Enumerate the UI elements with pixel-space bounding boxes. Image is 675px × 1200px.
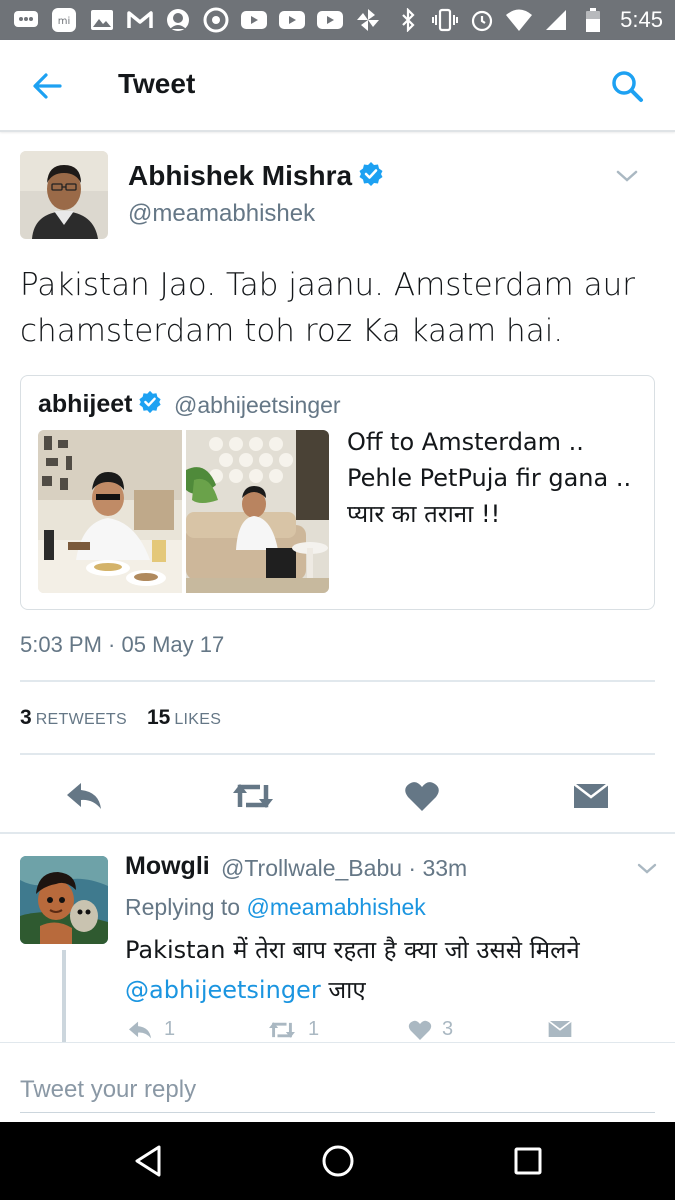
quoted-text-line: Pehle PetPuja fir gana .. [347,464,632,492]
reply-input[interactable] [20,1067,655,1113]
retweets-stat[interactable]: 3 RETWEETS [20,706,127,730]
reply-like-count: 3 [442,1018,454,1040]
reply-author-name[interactable]: Mowgli [125,852,210,881]
retweet-icon[interactable] [229,772,277,820]
svg-text:mi: mi [58,16,71,27]
youtube-icon [278,6,306,34]
quoted-photo-lounge[interactable] [186,430,329,593]
reply-retweet-action[interactable]: 1 [266,1018,319,1041]
tweet-stats: 3 RETWEETS 15 LIKES [20,706,221,730]
quoted-text-line: प्यार का तराना !! [347,500,501,528]
likes-stat[interactable]: 15 LIKES [147,706,221,730]
chevron-down-icon[interactable] [636,860,658,878]
nav-home-icon[interactable] [318,1141,358,1181]
face-icon [164,6,192,34]
tweet-actions [0,772,675,820]
quoted-author-name-text: abhijeet [38,390,133,419]
alarm-icon [468,6,496,34]
retweet-icon [269,1021,295,1038]
quoted-tweet-text: Off to Amsterdam .. Pehle PetPuja fir ga… [347,424,647,532]
quoted-tweet-card[interactable]: abhijeet @abhijeetsinger Off to Amsterda… [20,375,655,610]
chevron-down-icon[interactable] [614,166,640,186]
like-heart-icon [408,1020,432,1040]
nav-recents-icon[interactable] [508,1141,548,1181]
replying-to: Replying to @meamabhishek [125,894,426,921]
reply-author-avatar[interactable] [20,856,108,944]
back-arrow-icon[interactable] [28,66,68,106]
reply-dm-action[interactable] [548,1018,572,1040]
retweets-count: 3 [20,706,32,729]
reply-composer [0,1042,675,1122]
replying-to-prefix: Replying to [125,894,247,920]
reply-actions: 1 1 3 [0,1018,675,1044]
battery-icon [579,6,607,34]
quoted-author-name: abhijeet [38,390,162,421]
reply-icon [129,1021,151,1038]
reply-retweet-count: 1 [308,1018,320,1040]
divider [0,832,675,834]
verified-badge-icon [138,390,162,421]
nav-back-icon[interactable] [128,1141,168,1181]
notification-icons: mi [12,6,382,34]
youtube-icon [240,6,268,34]
app-bar: Tweet [0,40,675,132]
quoted-text-line: Off to Amsterdam .. [347,428,584,456]
status-bar: mi 5:45 [0,0,675,40]
reply-text: Pakistan में तेरा बाप रहता है क्या जो उस… [125,930,655,1010]
reply-reply-count: 1 [164,1018,176,1040]
like-heart-icon[interactable] [398,772,446,820]
page-title: Tweet [118,68,196,99]
divider [20,753,655,755]
quoted-photo-restaurant[interactable] [38,430,182,593]
likes-label: LIKES [174,711,222,728]
pinwheel-icon [354,6,382,34]
reply-text-start: Pakistan में तेरा बाप रहता है क्या जो उस… [125,936,580,964]
bluetooth-icon [394,6,422,34]
gmail-icon [126,6,154,34]
reply-icon[interactable] [60,772,108,820]
vibrate-icon [431,6,459,34]
replying-to-link[interactable]: @meamabhishek [246,894,425,920]
android-nav-bar [0,1122,675,1200]
reply-mention-link[interactable]: @abhijeetsinger [125,976,321,1004]
youtube-icon [316,6,344,34]
chat-icon [12,6,40,34]
direct-message-icon [548,1020,572,1037]
tweet-timestamp: 5:03 PM · 05 May 17 [20,632,225,657]
retweets-label: RETWEETS [35,711,127,728]
signal-icon [542,6,570,34]
divider [20,680,655,682]
gallery-icon [88,6,116,34]
reply-text-end: जाए [320,976,366,1004]
chrome-icon [202,6,230,34]
reply-like-action[interactable]: 3 [408,1018,453,1041]
author-avatar[interactable] [20,151,108,239]
system-icons: 5:45 [394,6,663,34]
direct-message-icon[interactable] [567,772,615,820]
author-name[interactable]: Abhishek Mishra [128,160,384,194]
tweet-text: Pakistan Jao. Tab jaanu. Amsterdam aur c… [20,267,635,349]
mi-icon: mi [50,6,78,34]
search-icon[interactable] [607,66,647,106]
reply-author-handle[interactable]: @Trollwale_Babu · 33m [221,855,467,882]
likes-count: 15 [146,706,171,729]
author-name-text[interactable]: Abhishek Mishra [128,160,352,191]
wifi-icon [505,6,533,34]
author-handle[interactable]: @meamabhishek [128,200,315,228]
quoted-author-handle: @abhijeetsinger [174,392,341,418]
status-time: 5:45 [620,7,663,32]
reply-reply-action[interactable]: 1 [126,1018,175,1041]
verified-badge-icon [358,161,384,194]
